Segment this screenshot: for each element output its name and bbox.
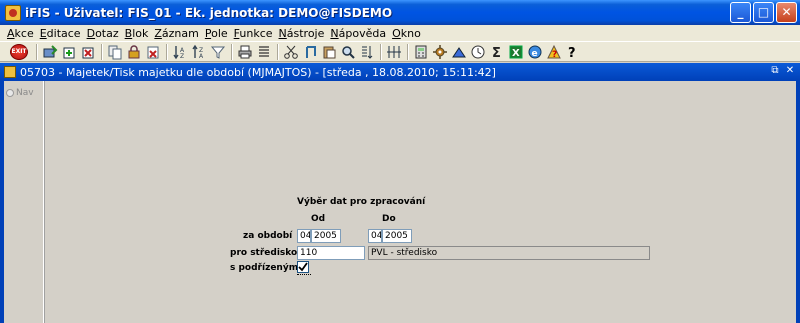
excel-icon[interactable]: X: [508, 44, 524, 60]
app-icon: [5, 4, 21, 21]
navigation-pane: [4, 81, 44, 323]
od-month-input[interactable]: 04: [297, 229, 311, 243]
list-icon[interactable]: [256, 44, 272, 60]
query-icon[interactable]: ZA: [191, 44, 207, 60]
calculator-icon[interactable]: [413, 44, 429, 60]
insert-record-icon[interactable]: [61, 44, 77, 60]
internet-icon[interactable]: e: [527, 44, 543, 60]
nav-label: Nav: [16, 88, 34, 98]
minimize-button[interactable]: _: [730, 2, 751, 23]
form-window-title: 05703 - Majetek/Tisk majetku dle období …: [20, 65, 496, 79]
menu-funkce[interactable]: Funkce: [231, 27, 276, 40]
stredisko-input[interactable]: 110: [297, 246, 365, 260]
menu-dotaz[interactable]: Dotaz: [84, 27, 122, 40]
od-year-input[interactable]: 2005: [311, 229, 341, 243]
form-heading: Výběr dat pro zpracování: [297, 197, 426, 207]
columns-icon[interactable]: [359, 44, 375, 60]
menu-nastroje[interactable]: Nástroje: [276, 27, 328, 40]
column-do-label: Do: [382, 214, 396, 224]
copy-icon[interactable]: [302, 44, 318, 60]
nav-icon: [6, 89, 14, 97]
paste-icon[interactable]: [321, 44, 337, 60]
nav-button[interactable]: Nav: [6, 86, 34, 100]
menu-pole[interactable]: Pole: [202, 27, 231, 40]
toolbar-separator: [36, 43, 38, 60]
svg-text:A: A: [199, 53, 204, 60]
cut-icon[interactable]: [283, 44, 299, 60]
settings-icon[interactable]: [432, 44, 448, 60]
stredisko-name-field: PVL - středisko: [368, 246, 650, 260]
checkmark-icon: [298, 262, 308, 272]
app-title: iFIS - Uživatel: FIS_01 - Ek. jednotka: …: [25, 5, 393, 20]
menu-zaznam[interactable]: Záznam: [151, 27, 202, 40]
toolbar: EXIT AZ ZA Σ X e ? ?: [0, 42, 800, 62]
toolbar-separator: [380, 43, 382, 60]
form-window-title-bar[interactable]: 05703 - Majetek/Tisk majetku dle období …: [0, 63, 800, 81]
lock-icon[interactable]: [126, 44, 142, 60]
svg-text:?: ?: [568, 46, 576, 60]
menu-napoveda[interactable]: Nápověda: [327, 27, 389, 40]
delete-record-icon[interactable]: [80, 44, 96, 60]
clear-icon[interactable]: [145, 44, 161, 60]
stredisko-label: pro středisko: [230, 248, 298, 258]
menu-akce[interactable]: Akce: [4, 27, 37, 40]
split-icon[interactable]: [386, 44, 402, 60]
help-icon[interactable]: ?: [565, 44, 581, 60]
za-obdobi-label: za období: [243, 231, 293, 241]
menu-bar: Akce Editace Dotaz Blok Záznam Pole Funk…: [0, 25, 800, 42]
column-od-label: Od: [311, 214, 326, 224]
do-year-input[interactable]: 2005: [382, 229, 412, 243]
svg-text:X: X: [512, 48, 520, 59]
chart-icon[interactable]: [451, 44, 467, 60]
maximize-button[interactable]: □: [753, 2, 774, 23]
toolbar-separator: [277, 43, 279, 60]
podrizenymi-checkbox[interactable]: [297, 261, 309, 273]
sum-icon[interactable]: Σ: [489, 44, 505, 60]
duplicate-icon[interactable]: [107, 44, 123, 60]
form-close-button[interactable]: ✕: [784, 65, 796, 77]
restore-button[interactable]: ⧉: [769, 65, 781, 77]
podrizenymi-label: s podřízenými: [230, 263, 302, 273]
info-icon[interactable]: ?: [546, 44, 562, 60]
form-window-icon: [4, 66, 16, 78]
search-icon[interactable]: [340, 44, 356, 60]
save-icon[interactable]: [42, 44, 58, 60]
toolbar-separator: [231, 43, 233, 60]
print-icon[interactable]: [237, 44, 253, 60]
svg-text:Z: Z: [180, 53, 184, 60]
focus-indicator: [297, 274, 311, 275]
do-month-input[interactable]: 04: [368, 229, 382, 243]
toolbar-separator: [101, 43, 103, 60]
menu-editace[interactable]: Editace: [37, 27, 84, 40]
close-button[interactable]: ✕: [776, 2, 797, 23]
menu-okno[interactable]: Okno: [389, 27, 424, 40]
toolbar-separator: [166, 43, 168, 60]
menu-blok[interactable]: Blok: [122, 27, 152, 40]
svg-text:?: ?: [552, 50, 557, 60]
toolbar-separator: [407, 43, 409, 60]
sort-icon[interactable]: AZ: [172, 44, 188, 60]
svg-text:Σ: Σ: [492, 46, 501, 60]
exit-button[interactable]: EXIT: [10, 43, 28, 60]
clock-icon[interactable]: [470, 44, 486, 60]
svg-text:e: e: [532, 49, 538, 59]
filter-icon[interactable]: [210, 44, 226, 60]
app-title-bar[interactable]: iFIS - Uživatel: FIS_01 - Ek. jednotka: …: [0, 0, 800, 25]
